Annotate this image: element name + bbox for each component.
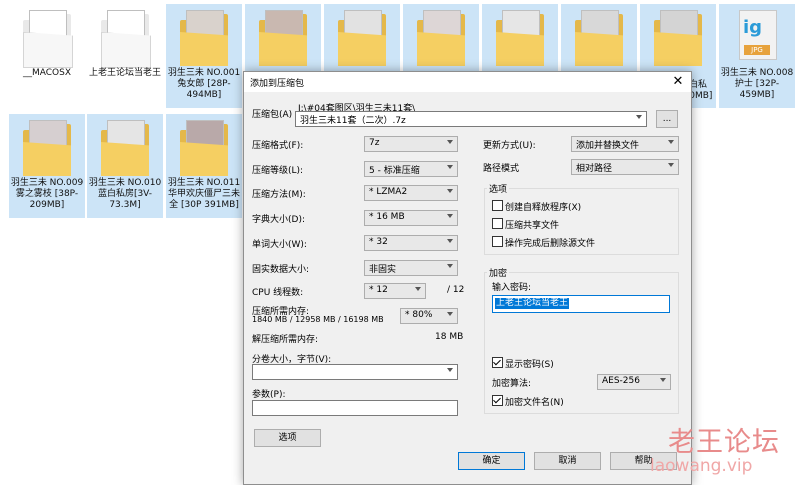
folder-name: 羽生三未 NO.001 兔女郎 [28P-494MB] bbox=[167, 68, 241, 100]
folder-name: 羽生三未 NO.009 雾之雾枝 [38P-209MB] bbox=[10, 178, 84, 210]
folder-name: 羽生三未 NO.010 蓝白私房[3V-73.3M] bbox=[88, 178, 162, 210]
show-password-label: 显示密码(S) bbox=[505, 360, 554, 370]
ok-button[interactable]: 确定 bbox=[458, 452, 525, 470]
chevron-down-icon bbox=[415, 287, 421, 291]
sfx-label: 创建自释放程序(X) bbox=[505, 203, 582, 213]
encrypt-names-label: 加密文件名(N) bbox=[505, 398, 564, 408]
folder-icon bbox=[23, 120, 71, 176]
word-combo[interactable]: * 32 bbox=[364, 235, 458, 251]
delete-after-label: 操作完成后删除源文件 bbox=[505, 239, 596, 249]
cpu-combo[interactable]: * 12 bbox=[364, 283, 426, 299]
browse-button[interactable]: ... bbox=[656, 110, 678, 128]
folder-name: 羽生三未 NO.011 华甲欢庆僵尸三未全 [30P 391MB] bbox=[167, 178, 241, 210]
folder-icon bbox=[417, 10, 465, 66]
watermark-cn: 老王论坛 bbox=[668, 427, 780, 458]
update-combo[interactable]: 添加并替换文件 bbox=[571, 136, 679, 152]
update-label: 更新方式(U): bbox=[483, 141, 536, 151]
cancel-button[interactable]: 取消 bbox=[534, 452, 601, 470]
shared-label: 压缩共享文件 bbox=[505, 221, 560, 231]
chevron-down-icon bbox=[447, 312, 453, 316]
folder-icon bbox=[575, 10, 623, 66]
folder-no011[interactable]: 羽生三未 NO.011 华甲欢庆僵尸三未全 [30P 391MB] bbox=[166, 114, 242, 218]
chevron-down-icon bbox=[660, 378, 666, 382]
params-input[interactable] bbox=[252, 400, 458, 416]
archive-name-combo[interactable]: 羽生三未11套（二次）.7z bbox=[295, 111, 647, 127]
decomp-label: 解压缩所需内存: bbox=[252, 335, 319, 345]
add-to-archive-dialog: 添加到压缩包 ✕ 压缩包(A) I:\#04套图区\羽生三未11套\ 羽生三未1… bbox=[243, 71, 692, 485]
dialog-title: 添加到压缩包 bbox=[250, 79, 305, 89]
method-combo[interactable]: * LZMA2 bbox=[364, 185, 458, 201]
encrypt-method-combo[interactable]: AES-256 bbox=[597, 374, 671, 390]
cpu-total: / 12 bbox=[447, 285, 465, 295]
chevron-down-icon bbox=[447, 165, 453, 169]
close-icon[interactable]: ✕ bbox=[665, 72, 691, 92]
folder-no008[interactable]: ig JPG 羽生三未 NO.008 护士 [32P-459MB] bbox=[719, 4, 795, 108]
chevron-down-icon bbox=[447, 140, 453, 144]
folder-macosx[interactable]: __MACOSX bbox=[9, 4, 85, 108]
options-button[interactable]: 选项 bbox=[254, 429, 321, 447]
encryption-group-title: 加密 bbox=[487, 266, 510, 279]
folder-name: 上老王论坛当老王 bbox=[88, 68, 161, 78]
folder-name: __MACOSX bbox=[22, 68, 71, 78]
folder-no001[interactable]: 羽生三未 NO.001 兔女郎 [28P-494MB] bbox=[166, 4, 242, 108]
jpg-file-icon: ig JPG bbox=[739, 10, 777, 60]
chevron-down-icon bbox=[447, 214, 453, 218]
folder-icon bbox=[23, 10, 73, 68]
chevron-down-icon bbox=[447, 264, 453, 268]
word-label: 单词大小(W): bbox=[252, 240, 307, 250]
sfx-checkbox[interactable] bbox=[492, 200, 503, 211]
folder-icon bbox=[338, 10, 386, 66]
folder-no010[interactable]: 羽生三未 NO.010 蓝白私房[3V-73.3M] bbox=[87, 114, 163, 218]
folder-icon bbox=[180, 120, 228, 176]
folder-icon bbox=[101, 120, 149, 176]
shared-checkbox[interactable] bbox=[492, 218, 503, 229]
method-label: 压缩方法(M): bbox=[252, 190, 306, 200]
chevron-down-icon bbox=[447, 239, 453, 243]
params-label: 参数(P): bbox=[252, 390, 286, 400]
chevron-down-icon bbox=[668, 163, 674, 167]
folder-laowang[interactable]: 上老王论坛当老王 bbox=[87, 4, 163, 108]
cpu-label: CPU 线程数: bbox=[252, 288, 304, 298]
folder-icon bbox=[101, 10, 151, 68]
split-combo[interactable] bbox=[252, 364, 458, 380]
folder-icon bbox=[654, 10, 702, 66]
password-input[interactable]: 上老王论坛当老王 bbox=[492, 295, 670, 313]
level-combo[interactable]: 5 - 标准压缩 bbox=[364, 161, 458, 177]
delete-after-checkbox[interactable] bbox=[492, 236, 503, 247]
folder-no009[interactable]: 羽生三未 NO.009 雾之雾枝 [38P-209MB] bbox=[9, 114, 85, 218]
solid-combo[interactable]: 非固实 bbox=[364, 260, 458, 276]
folder-name: 羽生三未 NO.008 护士 [32P-459MB] bbox=[720, 68, 794, 100]
mem-value: 1840 MB / 12958 MB / 16198 MB bbox=[252, 315, 384, 324]
decomp-value: 18 MB bbox=[435, 332, 464, 342]
folder-icon bbox=[259, 10, 307, 66]
encryption-group bbox=[484, 272, 679, 414]
mem-percent-combo[interactable]: * 80% bbox=[400, 308, 458, 324]
level-label: 压缩等级(L): bbox=[252, 166, 304, 176]
solid-label: 固实数据大小: bbox=[252, 265, 310, 275]
title-bar[interactable]: 添加到压缩包 ✕ bbox=[244, 72, 691, 92]
encrypt-method-label: 加密算法: bbox=[492, 379, 532, 389]
password-label: 输入密码: bbox=[492, 283, 532, 293]
archive-label: 压缩包(A) bbox=[252, 110, 293, 120]
watermark-en: laowang.vip bbox=[650, 456, 753, 476]
show-password-checkbox[interactable] bbox=[492, 357, 503, 368]
path-combo[interactable]: 相对路径 bbox=[571, 159, 679, 175]
folder-icon bbox=[496, 10, 544, 66]
dict-label: 字典大小(D): bbox=[252, 215, 305, 225]
format-label: 压缩格式(F): bbox=[252, 141, 304, 151]
chevron-down-icon bbox=[447, 368, 453, 372]
dict-combo[interactable]: * 16 MB bbox=[364, 210, 458, 226]
chevron-down-icon bbox=[447, 189, 453, 193]
format-combo[interactable]: 7z bbox=[364, 136, 458, 152]
options-group-title: 选项 bbox=[487, 182, 510, 195]
chevron-down-icon bbox=[668, 140, 674, 144]
path-label: 路径模式 bbox=[483, 164, 520, 174]
chevron-down-icon bbox=[636, 115, 642, 119]
encrypt-names-checkbox[interactable] bbox=[492, 395, 503, 406]
folder-icon bbox=[180, 10, 228, 66]
